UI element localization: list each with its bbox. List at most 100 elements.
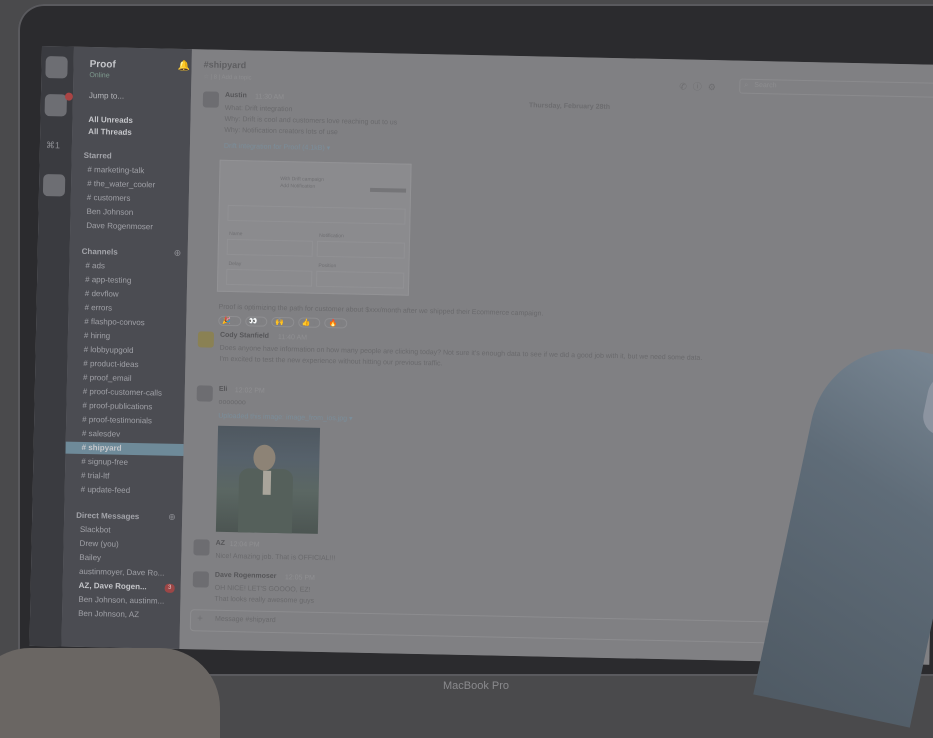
mention-badge: 3 (164, 583, 175, 593)
workspace-proof-icon[interactable] (45, 56, 68, 79)
sidebar-item-channel[interactable]: # flashpo-convos (84, 317, 145, 327)
sidebar-item-channel[interactable]: # trial-ltf (81, 471, 110, 481)
message-text: Proof is optimizing the path for custome… (218, 303, 544, 318)
sidebar-item-starred[interactable]: Ben Johnson (86, 207, 133, 217)
sidebar-item-dm[interactable]: Ben Johnson, AZ (78, 609, 139, 619)
avatar[interactable] (197, 331, 215, 348)
left-hand (0, 648, 220, 738)
card-title: With Drift campaign (280, 176, 324, 183)
add-workspace-icon[interactable] (42, 174, 66, 197)
message-text: Nice! Amazing job. That is OFFICIAL!!! (215, 552, 336, 563)
avatar[interactable] (202, 91, 220, 108)
message-author[interactable]: Eli (219, 386, 228, 393)
message-author[interactable]: Cody Stanfield (220, 332, 269, 340)
call-icon[interactable]: ✆ (679, 81, 693, 91)
workspace-second-icon[interactable] (44, 94, 67, 117)
card-field-label: Delay (228, 260, 242, 268)
card-subtitle: Add Notification (280, 183, 316, 190)
sidebar-item-dm[interactable]: Slackbot (80, 525, 111, 535)
settings-icon[interactable]: ⚙ (708, 82, 722, 92)
uploaded-image[interactable] (215, 425, 321, 534)
starred-heading[interactable]: Starred (84, 151, 112, 161)
message-time[interactable]: 11:40 AM (278, 334, 307, 342)
message-time[interactable]: 11:30 AM (255, 93, 284, 101)
sidebar-item-channel[interactable]: # ads (85, 261, 105, 270)
card-field (226, 238, 313, 257)
sidebar-item-all-unreads[interactable]: All Unreads (88, 115, 133, 125)
message-time[interactable]: 12:02 PM (235, 387, 265, 395)
sidebar-item-channel[interactable]: # update-feed (81, 485, 131, 495)
thumb (919, 372, 933, 440)
attachment-link[interactable]: Drift integration for Proof (4.1kB) ▾ (224, 142, 330, 152)
avatar[interactable] (192, 571, 210, 588)
sidebar-item-all-threads[interactable]: All Threads (88, 127, 132, 137)
sidebar-item-channel[interactable]: # product-ideas (83, 359, 138, 369)
message-author[interactable]: Dave Rogenmoser (215, 572, 277, 580)
sidebar-item-starred[interactable]: # customers (87, 193, 131, 203)
avatar[interactable] (196, 385, 213, 402)
sidebar-item-channel[interactable]: # proof-customer-calls (83, 387, 162, 398)
message-text: I'm excited to test the new experience w… (219, 355, 443, 368)
sidebar-item-dm[interactable]: austinmoyer, Dave Ro... (79, 567, 165, 578)
message-time[interactable]: 12:05 PM (285, 574, 315, 582)
laptop-brand-label: MacBook Pro (443, 680, 510, 692)
sidebar-item-channel[interactable]: # errors (84, 303, 112, 313)
workspace-shortcut: ⌘1 (45, 140, 61, 151)
sidebar-item-starred[interactable]: Dave Rogenmoser (86, 221, 153, 231)
sidebar-item-dm[interactable]: Drew (you) (79, 539, 118, 549)
message-time[interactable]: 12:04 PM (230, 541, 260, 549)
channel-title[interactable]: #shipyard (204, 59, 247, 70)
reaction[interactable]: 👀 1 (244, 316, 268, 327)
attach-plus-icon[interactable]: + (197, 613, 203, 624)
card-field (316, 240, 405, 259)
info-icon[interactable]: ⓘ (693, 82, 708, 92)
sidebar-item-dm[interactable]: Ben Johnson, austinm... (78, 595, 164, 606)
channel-topic[interactable]: ☆ | 8 | Add a topic (203, 73, 251, 81)
message-text: Why: Notification creators lots of use (224, 126, 338, 137)
sidebar-item-channel[interactable]: # devflow (85, 289, 119, 299)
reactions: 🎉 1 👀 1 🙌 2 👍 1 🔥 1 (218, 315, 351, 329)
avatar[interactable] (193, 539, 210, 556)
team-name[interactable]: Proof (90, 59, 116, 71)
date-divider: Thursday, February 28th (528, 102, 611, 111)
reaction[interactable]: 🙌 2 (271, 316, 295, 328)
sidebar-item-channel[interactable]: # lobbyupgold (84, 345, 134, 355)
notification-dot (64, 92, 74, 101)
message-text: Why: Drift is cool and customers love re… (224, 115, 398, 127)
sidebar-item-channel[interactable]: # hiring (84, 331, 110, 341)
add-channel-icon[interactable]: ⊕ (174, 248, 182, 259)
sidebar-item-starred[interactable]: # the_water_cooler (87, 179, 155, 189)
message-author[interactable]: Austin (225, 92, 247, 99)
sidebar-item-dm[interactable]: AZ, Dave Rogen... (79, 581, 147, 591)
reaction[interactable]: 👍 1 (297, 317, 321, 328)
add-dm-icon[interactable]: ⊕ (168, 512, 176, 523)
photo-detail (262, 470, 272, 495)
sidebar-item-channel[interactable]: # proof_email (83, 373, 132, 383)
search-input[interactable]: ⌕ Search (739, 78, 933, 98)
reaction[interactable]: 🎉 1 (218, 315, 241, 327)
reaction[interactable]: 🔥 1 (324, 317, 348, 329)
card-field-label: Name (229, 230, 243, 238)
jump-to-button[interactable]: Jump to... (89, 91, 124, 101)
dm-heading[interactable]: Direct Messages (76, 511, 139, 521)
sidebar-item-channel[interactable]: # signup-free (81, 457, 128, 467)
card-field-label: Position (318, 262, 337, 270)
attachment-preview[interactable]: With Drift campaign Add Notification Nam… (216, 159, 412, 296)
composer-placeholder: Message #shipyard (214, 615, 276, 625)
bell-icon[interactable]: 🔔 (177, 61, 190, 72)
card-field (316, 270, 405, 289)
channels-heading[interactable]: Channels (82, 247, 118, 257)
sidebar-item-starred[interactable]: # marketing-talk (87, 165, 144, 175)
sidebar-item-channel[interactable]: # app-testing (85, 275, 131, 285)
sidebar-item-channel-selected[interactable]: # shipyard (82, 443, 122, 453)
sidebar-item-channel[interactable]: # proof-publications (82, 401, 152, 411)
card-button (370, 187, 407, 193)
card-field (226, 268, 313, 287)
sidebar-item-channel[interactable]: # salesdev (82, 429, 120, 439)
sidebar-item-channel[interactable]: # proof-testimonials (82, 415, 152, 425)
attachment-link[interactable]: Uploaded this image: image_from_ios.jpg … (218, 412, 352, 423)
message-author[interactable]: AZ (216, 540, 225, 547)
user-status: Online (89, 71, 110, 80)
search-icon: ⌕ (744, 81, 749, 89)
sidebar-item-dm[interactable]: Bailey (79, 553, 101, 562)
